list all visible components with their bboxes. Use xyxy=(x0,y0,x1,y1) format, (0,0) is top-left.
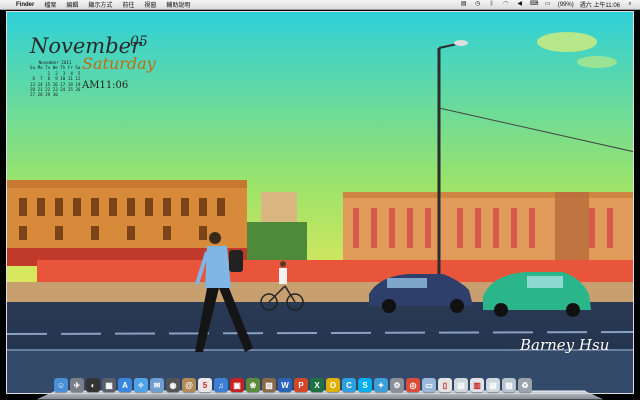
dock: ☺ ✈ ◐ ▦ A ✧ ✉ ◉ @5 ♫ ▣ ❀ ▧ W P X O C S ✦ ⚙ ◎ ▭ ▯ ▤ ▥ ▤ ▨ ♻ xyxy=(35,378,605,400)
launchpad-icon[interactable]: ✈ xyxy=(70,378,84,392)
photo-booth-icon[interactable]: ▣ xyxy=(230,378,244,392)
widget-weekday: Saturday xyxy=(82,54,156,73)
skype-icon[interactable]: S xyxy=(358,378,372,392)
volume-icon[interactable]: ◀ xyxy=(516,1,524,8)
menu-window[interactable]: 視窗 xyxy=(144,0,156,9)
app-menu-finder[interactable]: Finder xyxy=(16,2,34,8)
documents-icon[interactable]: ▯ xyxy=(438,378,452,392)
trash-icon[interactable]: ♻ xyxy=(518,378,532,392)
battery-percent[interactable]: (99%) xyxy=(558,2,574,8)
outlook-icon[interactable]: O xyxy=(326,378,340,392)
finder-icon[interactable]: ☺ xyxy=(54,378,68,392)
tweetbot-icon[interactable]: ✦ xyxy=(374,378,388,392)
menu-help[interactable]: 輔助說明 xyxy=(166,0,190,9)
wifi-icon[interactable]: ◠ xyxy=(502,1,510,8)
scripts-icon[interactable]: ▤ xyxy=(460,1,468,8)
system-preferences-icon[interactable]: ⚙ xyxy=(390,378,404,392)
input-method-icon[interactable]: ⌨ xyxy=(530,1,539,8)
time-machine-icon[interactable]: ◷ xyxy=(474,1,482,8)
dock-icons: ☺ ✈ ◐ ▦ A ✧ ✉ ◉ @5 ♫ ▣ ❀ ▧ W P X O C S ✦ ⚙ ◎ ▭ ▯ ▤ ▥ ▤ ▨ ♻ xyxy=(54,378,532,392)
excel-icon[interactable]: X xyxy=(310,378,324,392)
folder-icon[interactable]: ▭ xyxy=(422,378,436,392)
preview-icon[interactable]: ▧ xyxy=(262,378,276,392)
facetime-icon[interactable]: ◉ xyxy=(166,378,180,392)
menubar: Finder 檔案 編輯 顯示方式 前往 視窗 輔助說明 ▤ ◷ ᛒ ◠ ◀ ⌨… xyxy=(0,0,640,10)
mini-calendar: November 2011 Su Mo Tu We Th Fr Sa 1 2 3… xyxy=(30,60,80,98)
menu-file[interactable]: 檔案 xyxy=(44,0,56,9)
image-stack-icon[interactable]: ▨ xyxy=(502,378,516,392)
photographer-signature: Barney Hsu xyxy=(520,336,610,354)
spotlight-search-icon[interactable]: ⌕ xyxy=(626,1,634,8)
widget-time: AM11:06 xyxy=(82,80,129,91)
iphoto-icon[interactable]: ❀ xyxy=(246,378,260,392)
itunes-icon[interactable]: ♫ xyxy=(214,378,228,392)
contacts-icon[interactable]: @ xyxy=(182,378,196,392)
powerpoint-icon[interactable]: P xyxy=(294,378,308,392)
desktop-calendar-widget: November 05 Saturday AM11:06 November 20… xyxy=(26,34,166,104)
word-icon[interactable]: W xyxy=(278,378,292,392)
app-store-icon[interactable]: A xyxy=(118,378,132,392)
menu-go[interactable]: 前往 xyxy=(122,0,134,9)
battery-icon[interactable]: ▭ xyxy=(544,1,552,8)
bluetooth-icon[interactable]: ᛒ xyxy=(488,1,496,8)
stack-2-icon[interactable]: ▤ xyxy=(486,378,500,392)
dashboard-icon[interactable]: ◐ xyxy=(86,378,100,392)
mission-control-icon[interactable]: ▦ xyxy=(102,378,116,392)
messages-icon[interactable]: C xyxy=(342,378,356,392)
calendar-icon[interactable]: 5 xyxy=(198,378,212,392)
menu-edit[interactable]: 編輯 xyxy=(66,0,78,9)
mail-icon[interactable]: ✉ xyxy=(150,378,164,392)
menubar-clock[interactable]: 週六 上午11:06 xyxy=(580,0,620,9)
chrome-icon[interactable]: ◎ xyxy=(406,378,420,392)
mini-calendar-week: 27 28 29 30 xyxy=(30,92,58,98)
safari-icon[interactable]: ✧ xyxy=(134,378,148,392)
mini-calendar-week: 6 7 8 9 10 11 12 xyxy=(30,76,81,82)
stack-icon[interactable]: ▥ xyxy=(470,378,484,392)
widget-day: 05 xyxy=(130,34,148,50)
menu-view[interactable]: 顯示方式 xyxy=(88,0,112,9)
downloads-icon[interactable]: ▤ xyxy=(454,378,468,392)
